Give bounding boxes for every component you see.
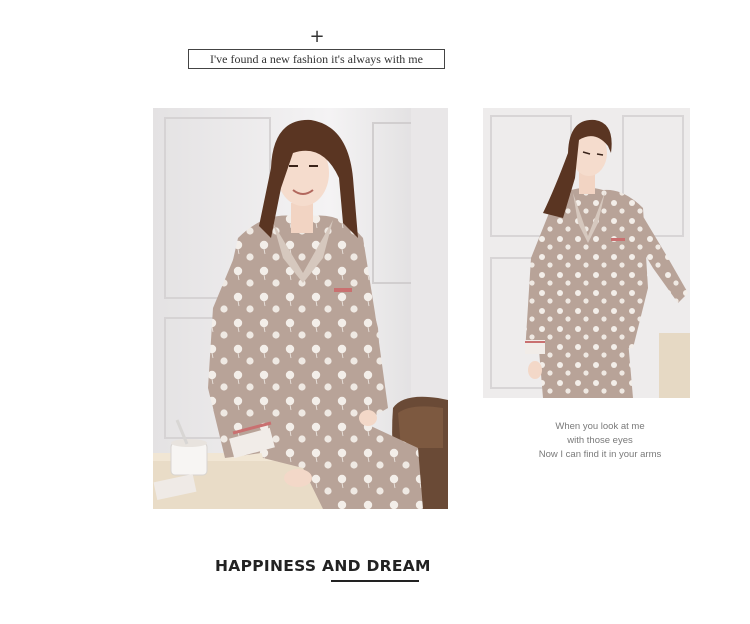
side-photo-illustration xyxy=(483,108,690,398)
headline-underline xyxy=(331,580,419,582)
section-headline: HAPPINESS AND DREAM xyxy=(215,557,431,575)
caption-line: When you look at me xyxy=(555,421,645,432)
caption-line: Now I can find it in your arms xyxy=(538,449,662,460)
main-product-photo xyxy=(153,108,448,509)
tagline-box: I've found a new fashion it's always wit… xyxy=(188,49,445,69)
poem-caption: When you look at me with those eyes Now … xyxy=(490,420,710,462)
plus-icon: + xyxy=(309,26,325,47)
side-product-photo xyxy=(483,108,690,398)
caption-line: with those eyes xyxy=(567,435,633,446)
main-photo-illustration xyxy=(153,108,448,509)
